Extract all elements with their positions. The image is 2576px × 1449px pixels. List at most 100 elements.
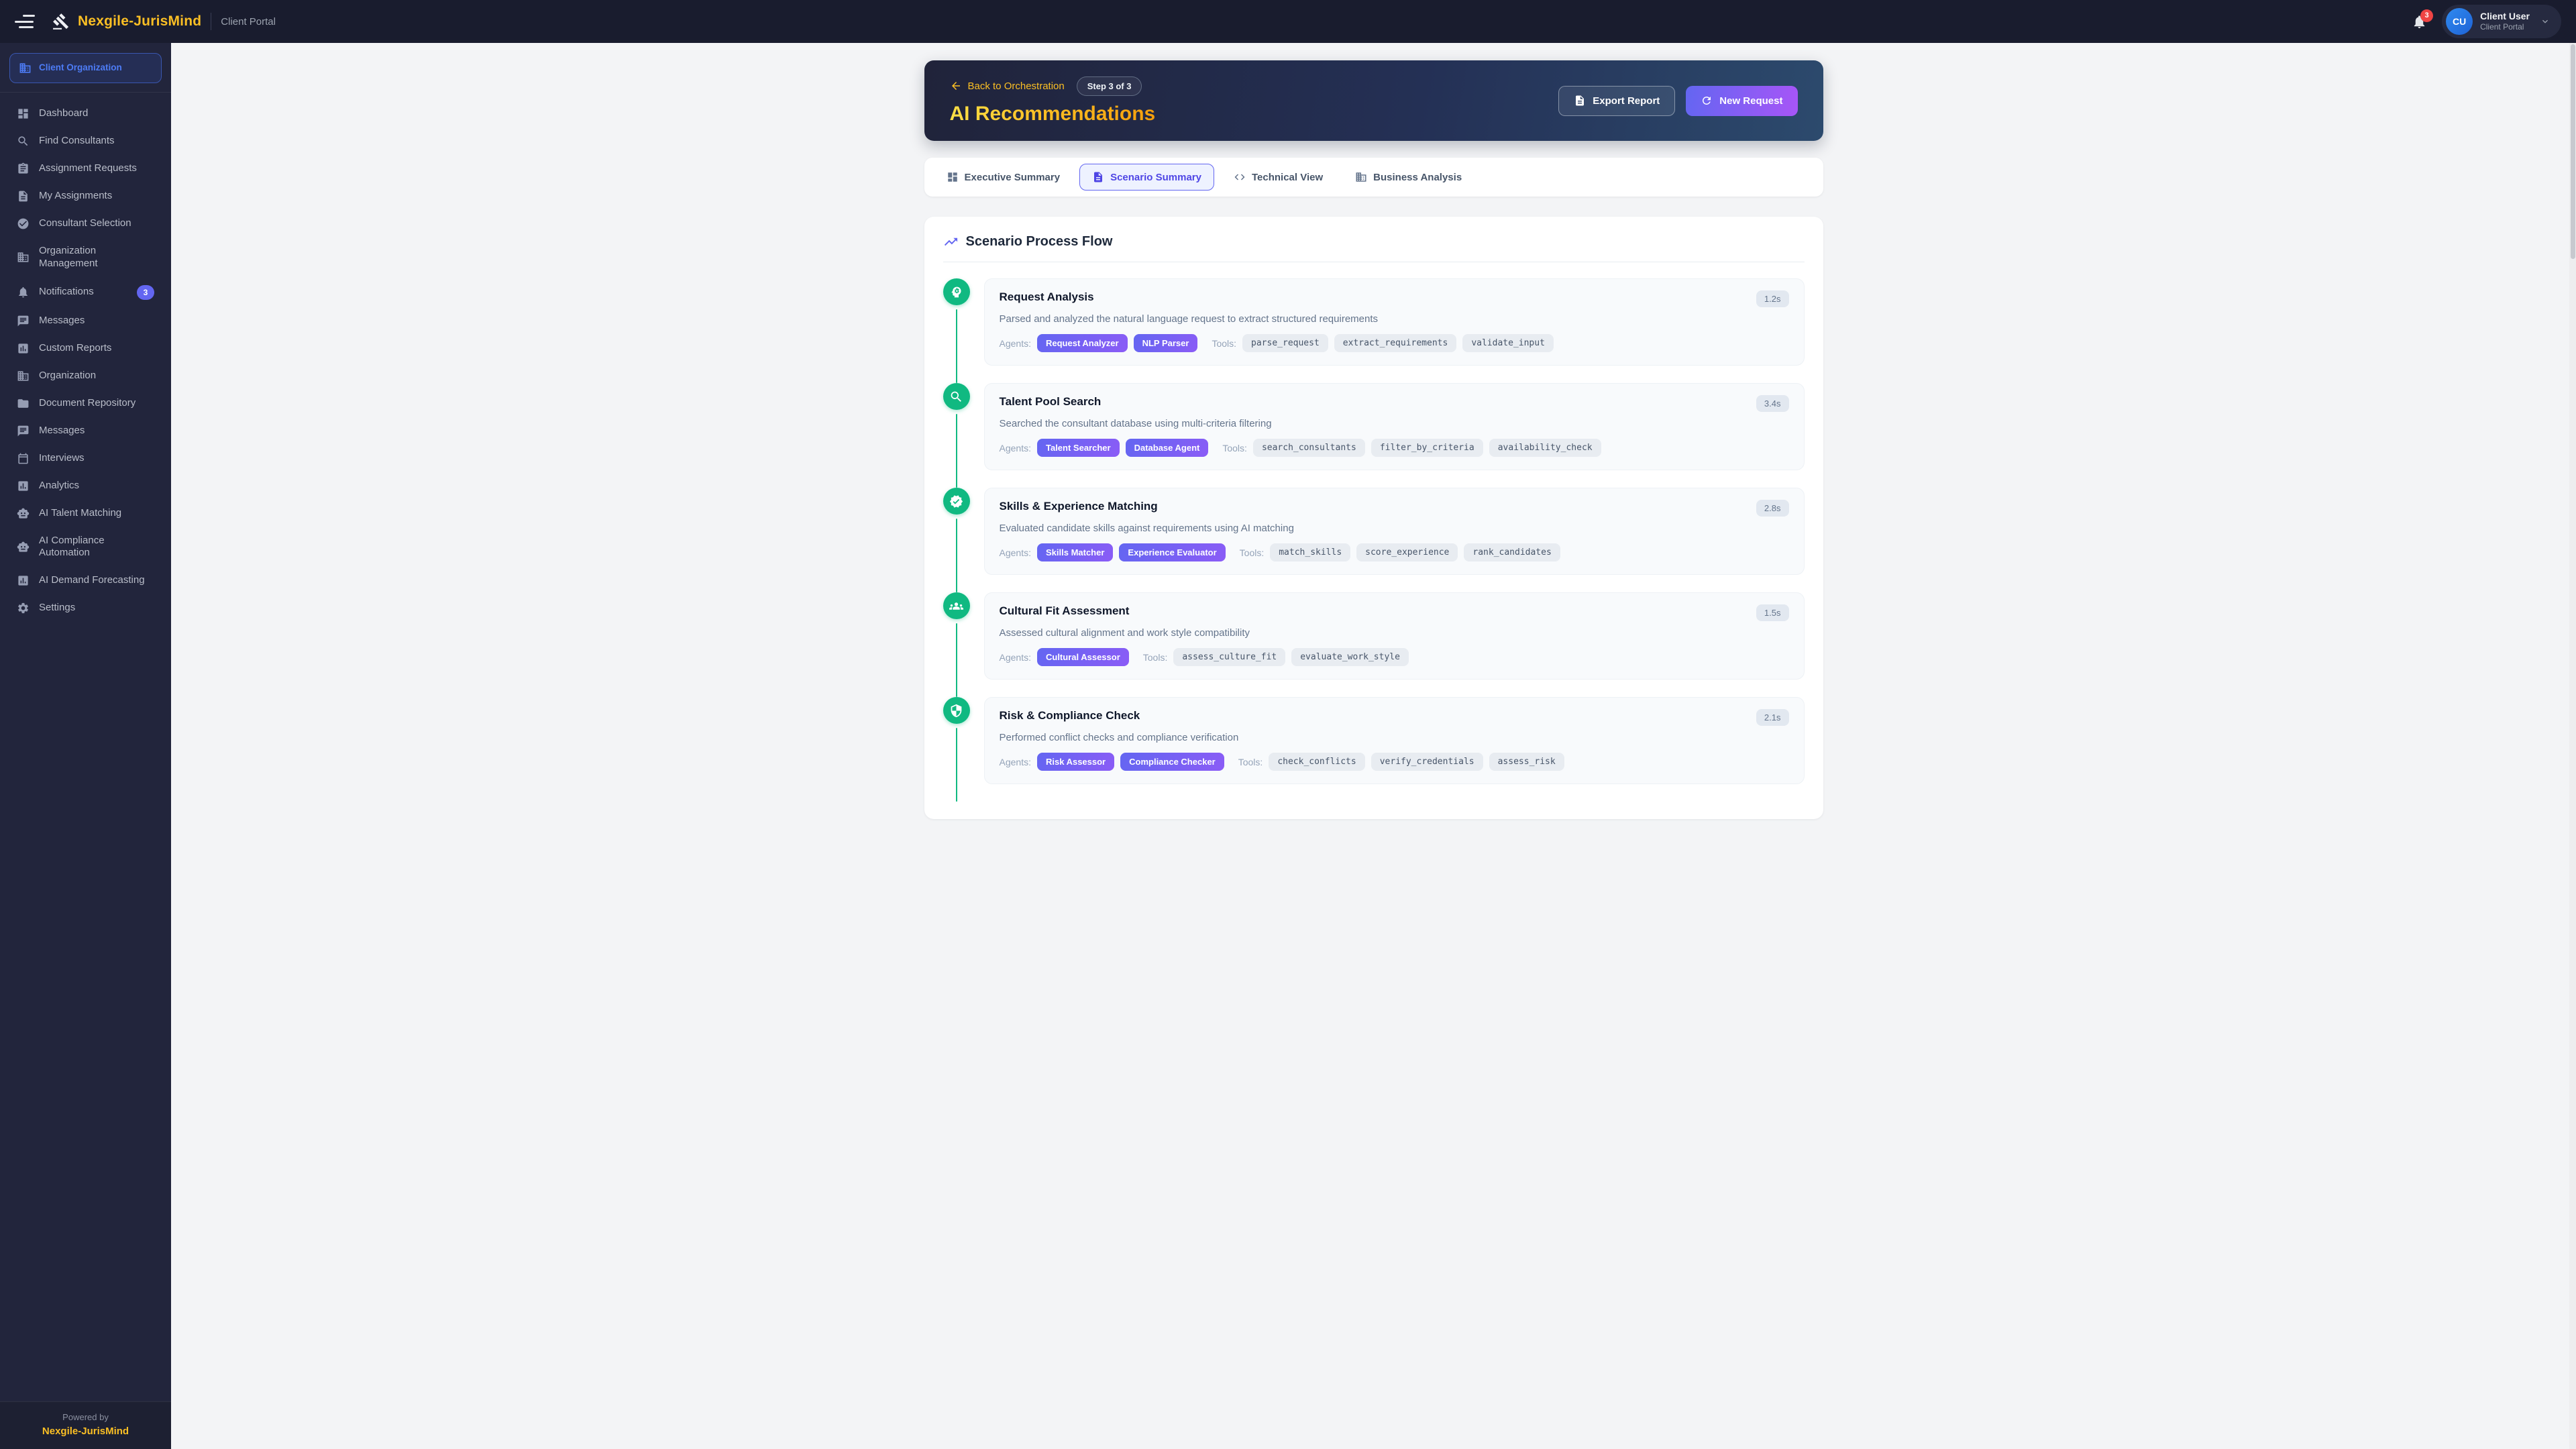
step-badge: Step 3 of 3 [1077,76,1142,96]
sidebar-item-client-organization[interactable]: Client Organization [9,53,162,83]
step-title: Skills & Experience Matching [1000,500,1158,513]
refresh-icon [1701,95,1713,107]
step-card: Talent Pool Search 3.4s Searched the con… [984,383,1805,470]
verified-icon [943,488,970,515]
agent-chip: Experience Evaluator [1119,543,1225,561]
sidebar-nav: Dashboard Find Consultants Assignment Re… [0,93,171,1401]
sidebar-item-ai-demand-forecasting[interactable]: AI Demand Forecasting [9,568,162,594]
sidebar-item-document-repository[interactable]: Document Repository [9,390,162,417]
tools-label: Tools: [1238,757,1263,767]
duration-badge: 2.1s [1756,709,1789,726]
bell-icon [17,286,30,299]
sidebar-item-custom-reports[interactable]: Custom Reports [9,335,162,362]
scenario-process-flow-card: Scenario Process Flow Request Analysis 1… [924,217,1823,819]
sidebar-item-assignment-requests[interactable]: Assignment Requests [9,156,162,182]
notifications-bell-icon[interactable]: 3 [2412,14,2427,30]
sidebar-item-organization-management[interactable]: Organization Management [9,238,162,277]
sidebar-item-settings[interactable]: Settings [9,595,162,621]
page-title: AI Recommendations [950,103,1156,125]
step-description: Searched the consultant database using m… [1000,418,1789,429]
section-title: Scenario Process Flow [966,234,1113,250]
sidebar-item-consultant-selection[interactable]: Consultant Selection [9,211,162,237]
dashboard-icon [17,107,30,120]
user-name: Client User [2480,11,2530,22]
chat-icon [17,425,30,437]
connector-line [956,414,958,488]
new-request-button[interactable]: New Request [1686,86,1797,116]
user-menu[interactable]: CU Client User Client Portal [2442,5,2561,38]
step-card: Skills & Experience Matching 2.8s Evalua… [984,488,1805,575]
agent-chip: Skills Matcher [1037,543,1113,561]
tools-label: Tools: [1240,547,1265,558]
tools-label: Tools: [1143,652,1168,663]
sidebar-item-messages[interactable]: Messages [9,418,162,444]
tab-business-analysis[interactable]: Business Analysis [1342,164,1474,191]
analytics-icon [17,480,30,492]
sidebar-item-interviews[interactable]: Interviews [9,445,162,472]
connector-line [956,519,958,592]
avatar: CU [2446,8,2473,35]
brand-name: Nexgile-JurisMind [78,13,201,30]
duration-badge: 2.8s [1756,500,1789,517]
search-icon [17,135,30,148]
trending-up-icon [943,234,959,250]
user-role: Client Portal [2480,22,2530,32]
agent-chip: NLP Parser [1134,334,1198,352]
tool-chip: filter_by_criteria [1371,439,1483,457]
folder-icon [17,397,30,410]
tool-chip: verify_credentials [1371,753,1483,771]
tool-chip: evaluate_work_style [1291,648,1409,666]
step-description: Evaluated candidate skills against requi… [1000,523,1789,534]
process-step-risk-compliance-check: Risk & Compliance Check 2.1s Performed c… [943,697,1805,784]
step-card: Request Analysis 1.2s Parsed and analyze… [984,278,1805,366]
gear-icon [17,602,30,614]
process-step-cultural-fit-assessment: Cultural Fit Assessment 1.5s Assessed cu… [943,592,1805,680]
sidebar-item-messages[interactable]: Messages [9,308,162,334]
back-to-orchestration-link[interactable]: Back to Orchestration [950,80,1065,92]
step-description: Performed conflict checks and compliance… [1000,732,1789,743]
tools-label: Tools: [1222,443,1247,453]
sidebar-item-dashboard[interactable]: Dashboard [9,101,162,127]
sidebar-item-ai-talent-matching[interactable]: AI Talent Matching [9,500,162,527]
main-content: Back to Orchestration Step 3 of 3 AI Rec… [171,43,2576,1449]
sidebar-item-notifications[interactable]: Notifications 3 [9,278,162,307]
tab-scenario-summary[interactable]: Scenario Summary [1079,164,1214,191]
sidebar-item-my-assignments[interactable]: My Assignments [9,183,162,209]
chat-icon [17,315,30,327]
analytics-icon [17,574,30,587]
tab-technical-view[interactable]: Technical View [1221,164,1336,191]
check-circle-icon [17,217,30,230]
notification-count-badge: 3 [137,285,154,300]
export-report-button[interactable]: Export Report [1558,86,1675,116]
search-icon [943,383,970,410]
org-block: Client Organization [0,43,171,93]
tool-chip: availability_check [1489,439,1601,457]
sidebar-item-analytics[interactable]: Analytics [9,473,162,499]
code-icon [1234,171,1246,183]
clipboard-icon [17,162,30,175]
calendar-icon [17,452,30,465]
agents-label: Agents: [1000,757,1031,767]
agents-label: Agents: [1000,547,1031,558]
agents-label: Agents: [1000,338,1031,349]
chevron-down-icon [2540,16,2551,27]
agent-chip: Request Analyzer [1037,334,1128,352]
connector-line [956,309,958,383]
sidebar-item-find-consultants[interactable]: Find Consultants [9,128,162,154]
duration-badge: 3.4s [1756,395,1789,412]
sidebar-item-organization[interactable]: Organization [9,363,162,389]
tab-executive-summary[interactable]: Executive Summary [934,164,1073,191]
process-step-talent-pool-search: Talent Pool Search 3.4s Searched the con… [943,383,1805,470]
psychology-icon [943,278,970,305]
tool-chip: assess_culture_fit [1173,648,1285,666]
tool-chip: match_skills [1270,543,1350,561]
document-icon [1574,95,1586,107]
menu-toggle-icon[interactable] [15,15,35,28]
powered-by-label: Powered by [7,1412,164,1422]
building-icon [17,251,30,264]
scrollbar[interactable] [2569,43,2576,1449]
sidebar-item-ai-compliance-automation[interactable]: AI Compliance Automation [9,528,162,567]
building-icon [1355,171,1367,183]
robot-icon [17,541,30,553]
brand: Nexgile-JurisMind [52,13,201,30]
